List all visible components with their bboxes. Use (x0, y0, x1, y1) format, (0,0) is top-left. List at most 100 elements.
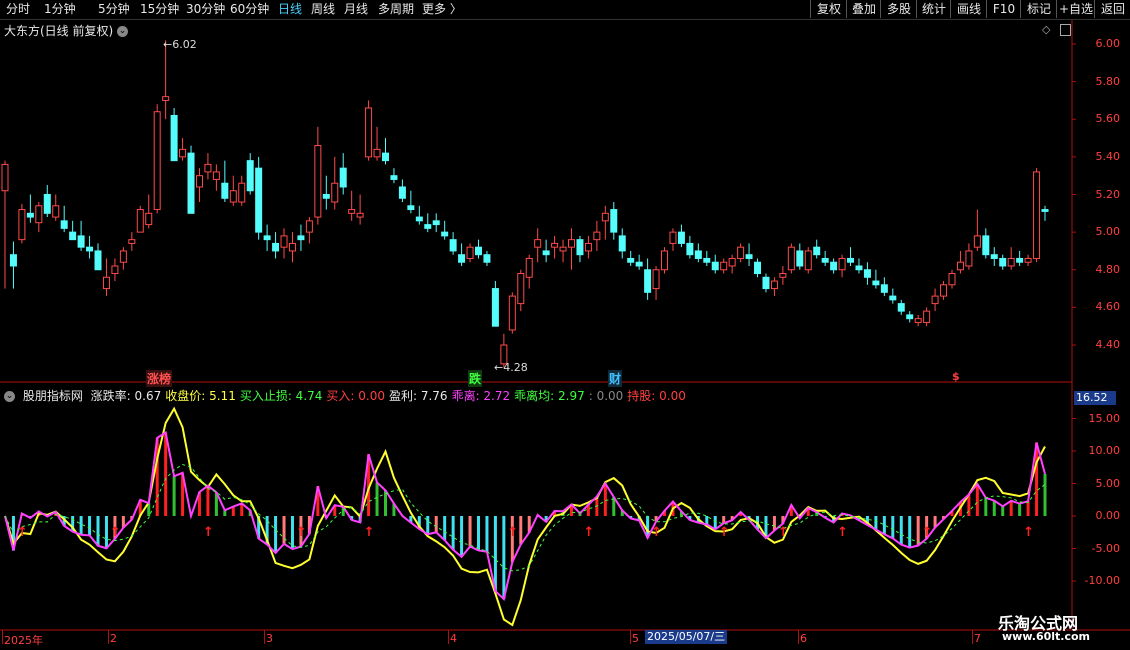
candle-body (187, 152, 195, 214)
candle-body (990, 254, 998, 259)
candle-body (94, 250, 102, 271)
indicator-field: 涨跌率: 0.67 (90, 389, 162, 403)
candle-body (813, 246, 821, 256)
buy-arrow-icon: ↑ (364, 525, 375, 540)
chart-svg: ↑ ↑ ↑ ↑ ↑ ↑ ↑ ↑ ↑ ↑ ↑ ↑ ↑ (0, 20, 1130, 631)
candle-body (982, 235, 990, 256)
candle-body (43, 194, 51, 214)
candle-body (897, 303, 905, 312)
date-separator (108, 630, 109, 644)
candle-body (119, 250, 127, 263)
indicator-header: ⌄ 股朋指标网 涨跌率: 0.67 收盘价: 5.11 买入止损: 4.74 买入: … (4, 387, 690, 404)
candle-body (102, 276, 110, 290)
candle-body (618, 235, 626, 252)
candle-body (745, 254, 753, 259)
candle-body (804, 250, 812, 271)
candle-body (762, 276, 770, 290)
candle-body (153, 111, 161, 211)
indicator-field: : 0.00 (588, 389, 624, 403)
marker-finance[interactable]: 财 (608, 370, 623, 387)
candle-body (863, 269, 871, 278)
candle-body (339, 167, 347, 188)
buy-arrow-icon: ↑ (507, 525, 518, 540)
candle-body (86, 246, 94, 252)
candle-body (1024, 257, 1032, 263)
candle-body (212, 171, 220, 180)
indicator-tick-label: -10.00 (1084, 574, 1120, 587)
price-tick-label: 4.80 (1095, 262, 1121, 276)
candle-body (534, 239, 542, 248)
candle-body (880, 284, 888, 293)
candle-body (754, 261, 762, 275)
buy-arrow-icon: ↑ (719, 525, 730, 540)
candle-body (1033, 171, 1041, 259)
candle-body (703, 257, 711, 263)
candle-body (322, 194, 330, 199)
candle-body (770, 280, 778, 290)
candle-body (821, 257, 829, 263)
candle-body (179, 148, 187, 158)
marker-dollar[interactable]: $ (951, 370, 961, 383)
candle-body (280, 235, 288, 248)
candle-body (195, 175, 203, 188)
date-separator (2, 630, 3, 644)
candle-body (872, 280, 880, 286)
date-tick-label: 2 (110, 632, 117, 645)
candle-body (906, 314, 914, 320)
candle-body (466, 246, 474, 259)
indicator-line (4, 406, 1046, 627)
candle-body (229, 190, 237, 203)
candles-group (1, 40, 1049, 368)
candle-body (69, 231, 77, 241)
candle-body (474, 246, 482, 256)
candle-body (111, 265, 119, 275)
candle-body (365, 107, 373, 158)
marker-fall[interactable]: 跌 (468, 370, 483, 387)
candle-body (508, 295, 516, 331)
candle-body (779, 273, 787, 278)
buy-arrow-icon: ↑ (922, 525, 933, 540)
candle-body (923, 310, 931, 323)
candle-body (348, 209, 356, 214)
candle-body (677, 231, 685, 244)
candle-body (288, 242, 296, 252)
candle-body (635, 261, 643, 267)
date-tick-label: 4 (450, 632, 457, 645)
indicator-group: ↑ ↑ ↑ ↑ ↑ ↑ ↑ ↑ ↑ ↑ ↑ ↑ ↑ (4, 406, 1047, 627)
marker-limit-up[interactable]: 涨榜 (146, 370, 173, 387)
candle-body (390, 175, 398, 180)
price-tick-label: 4.60 (1095, 300, 1121, 314)
candle-body (568, 239, 576, 248)
candle-body (644, 269, 652, 293)
buy-arrow-icon: ↑ (837, 525, 848, 540)
candle-body (584, 242, 592, 252)
candle-body (956, 261, 964, 271)
candle-body (381, 152, 389, 162)
candle-body (576, 239, 584, 256)
date-tick-label: 2025年 (4, 634, 43, 647)
candle-body (449, 239, 457, 252)
candle-body (407, 205, 415, 211)
indicator-tick-label: 15.00 (1088, 411, 1121, 425)
indicator-tick-label: 10.00 (1088, 444, 1121, 457)
candle-body (838, 257, 846, 271)
chevron-down-icon[interactable]: ⌄ (4, 391, 15, 402)
candle-body (263, 235, 271, 241)
price-tick-label: 6.00 (1095, 37, 1121, 50)
price-tick-label: 5.40 (1095, 149, 1121, 163)
candle-body (145, 212, 153, 226)
candle-body (542, 250, 550, 256)
candle-body (1041, 209, 1049, 212)
candle-body (720, 261, 728, 271)
buy-arrow-icon: ↑ (583, 525, 594, 540)
date-cursor: 2025/05/07/三 (645, 630, 728, 644)
candle-body (204, 163, 212, 173)
candle-body (255, 167, 263, 233)
candle-body (432, 220, 440, 226)
candle-body (737, 246, 745, 259)
candle-body (297, 235, 305, 241)
indicator-field: 买入: 0.00 (326, 389, 385, 403)
indicator-name[interactable]: 股朋指标网 (23, 389, 83, 403)
high-label: ←6.02 (163, 38, 197, 51)
price-tick-label: 5.80 (1095, 74, 1121, 88)
